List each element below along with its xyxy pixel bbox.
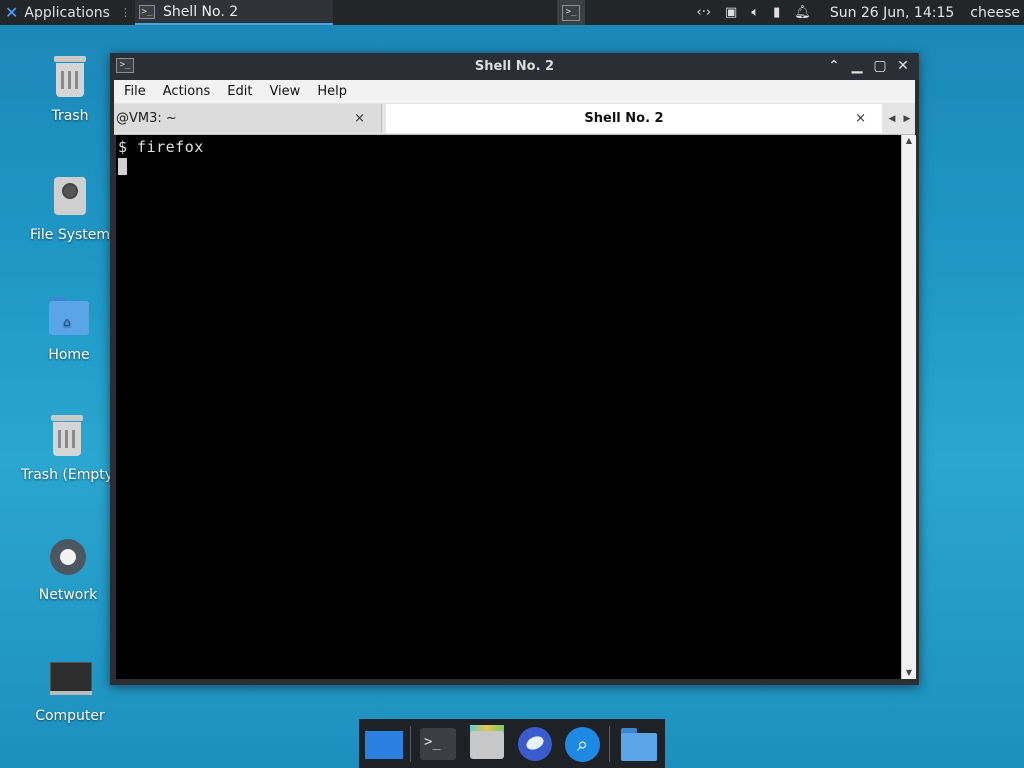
desktop-icon-label: Network	[38, 587, 98, 603]
tray-terminal-launcher[interactable]: >_	[557, 0, 585, 25]
display-icon[interactable]: ▣	[725, 5, 737, 20]
desktop-icon-label: Trash	[51, 108, 89, 124]
menu-help[interactable]: Help	[317, 84, 347, 99]
tab-shell-no-2[interactable]: Shell No. 2 ×	[386, 104, 882, 133]
tab-label: Shell No. 2	[584, 111, 664, 126]
show-desktop-icon[interactable]	[359, 719, 407, 768]
tab-close-icon[interactable]: ×	[855, 111, 866, 126]
file-manager-icon[interactable]	[462, 719, 510, 768]
network-gear-icon	[44, 533, 92, 581]
notification-icon[interactable]: 🔔︎	[794, 5, 811, 20]
dock-separator	[410, 725, 411, 762]
applications-label: Applications	[24, 4, 110, 21]
battery-icon[interactable]: ▮	[773, 5, 780, 20]
taskbar-item-label: Shell No. 2	[162, 3, 239, 20]
scroll-down-icon[interactable]: ▼	[902, 667, 916, 679]
shade-icon[interactable]: ⌃	[824, 56, 844, 76]
terminal-icon: >_	[562, 4, 580, 21]
trash-icon	[46, 54, 94, 102]
tab-label: @VM3: ~	[116, 111, 177, 126]
desktop-icon-label: Home	[48, 347, 90, 363]
hard-drive-icon	[46, 173, 94, 221]
window-title: Shell No. 2	[474, 59, 555, 74]
bottom-dock: >_ ⌕	[359, 719, 665, 768]
applications-menu[interactable]: ✕ Applications	[0, 0, 116, 25]
minimize-icon[interactable]: ▁	[847, 56, 867, 76]
search-icon[interactable]: ⌕	[558, 719, 606, 768]
terminal-line: $ firefox	[118, 138, 204, 156]
window-titlebar[interactable]: >_ Shell No. 2 ⌃ ▁ ▢ ✕	[110, 53, 919, 80]
desktop-icon-file-system[interactable]: File System	[20, 173, 120, 243]
desktop-icon-home[interactable]: ⌂ Home	[19, 293, 119, 363]
menu-view[interactable]: View	[269, 84, 300, 99]
menu-edit[interactable]: Edit	[227, 84, 252, 99]
desktop-icon-trash-empty[interactable]: Trash (Empty	[17, 413, 117, 483]
close-icon[interactable]: ✕	[893, 56, 913, 76]
terminal-output[interactable]: $ firefox	[116, 135, 901, 679]
desktop-icon-label: File System	[29, 227, 111, 243]
desktop-icon-network[interactable]: Network	[18, 533, 118, 603]
tab-scroll-left-icon[interactable]: ◀	[885, 104, 899, 133]
desktop-icon-label: Computer	[35, 708, 105, 724]
tab-bar: @VM3: ~ × Shell No. 2 × ◀ ▶	[114, 103, 915, 135]
computer-icon	[46, 654, 94, 702]
terminal-icon[interactable]: >_	[414, 719, 462, 768]
desktop-icon-trash[interactable]: Trash	[20, 54, 120, 124]
trash-icon	[43, 413, 91, 461]
desktop-icon-label: Trash (Empty	[20, 467, 114, 483]
home-folder-icon: ⌂	[45, 293, 93, 341]
system-tray: ‹·› ▣ 🔈︎ ▮ 🔔︎ Sun 26 Jun, 14:15 cheese	[690, 0, 1024, 25]
volume-icon[interactable]: 🔈︎	[751, 5, 759, 20]
tab-scroll-right-icon[interactable]: ▶	[900, 104, 914, 133]
terminal-scrollbar[interactable]: ▲ ▼	[901, 135, 916, 679]
web-browser-icon[interactable]	[510, 719, 558, 768]
taskbar-item-shell[interactable]: >_ Shell No. 2	[134, 0, 333, 25]
folder-icon[interactable]	[613, 719, 661, 768]
menu-actions[interactable]: Actions	[163, 84, 211, 99]
desktop-icon-computer[interactable]: Computer	[20, 654, 120, 724]
tab-close-icon[interactable]: ×	[354, 111, 365, 126]
menu-file[interactable]: File	[124, 84, 146, 99]
user-menu[interactable]: cheese	[970, 5, 1020, 21]
terminal-cursor	[118, 158, 127, 175]
dock-separator	[609, 725, 610, 762]
menu-bar: File Actions Edit View Help	[114, 80, 915, 103]
terminal-window: >_ Shell No. 2 ⌃ ▁ ▢ ✕ File Actions Edit…	[110, 53, 919, 685]
maximize-icon[interactable]: ▢	[870, 56, 890, 76]
scroll-up-icon[interactable]: ▲	[902, 135, 916, 147]
tab-vm3-home[interactable]: @VM3: ~ ×	[114, 104, 382, 133]
top-panel: ✕ Applications ⋮ >_ Shell No. 2 >_ ‹·› ▣…	[0, 0, 1024, 25]
panel-separator: ⋮	[119, 6, 131, 19]
xfce-logo-icon: ✕	[5, 3, 19, 22]
terminal-icon: >_	[138, 4, 155, 19]
network-icon[interactable]: ‹·›	[697, 5, 712, 20]
clock[interactable]: Sun 26 Jun, 14:15	[830, 5, 954, 21]
